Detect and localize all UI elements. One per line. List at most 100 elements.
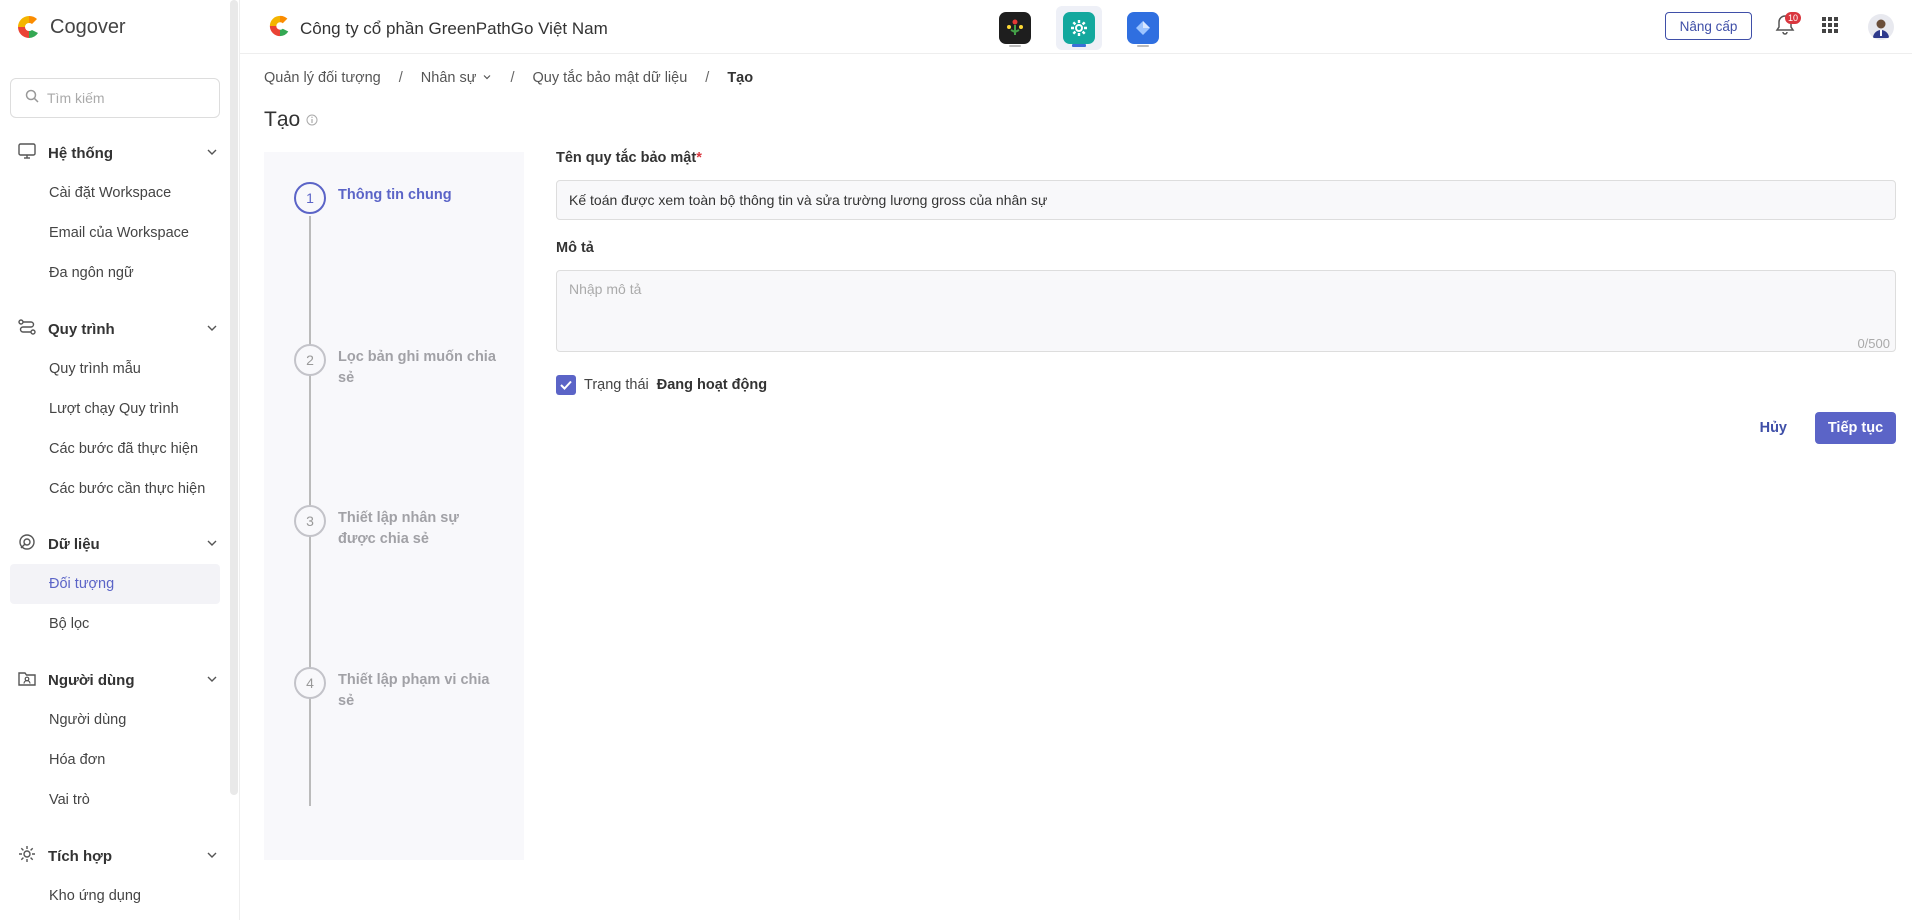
status-value: Đang hoạt động [656,377,768,393]
step-2[interactable]: 2 Lọc bản ghi muốn chia sẻ [294,344,514,389]
required-mark: * [696,150,702,166]
breadcrumb-item: Nhân sự [420,70,477,86]
breadcrumb: Quản lý đối tượng / Nhân sự / Quy tắc bả… [264,70,753,86]
sidebar-item-nguoi-dung[interactable]: Người dùng [10,700,220,740]
app-indicator [1137,45,1149,47]
company-name: Công ty cổ phần GreenPathGo Việt Nam [300,18,608,38]
step-number: 3 [294,505,326,537]
app-switcher [992,6,1166,50]
breadcrumb-item[interactable]: Quản lý đối tượng [264,70,381,86]
sidebar-item-kho-ung-dung[interactable]: Kho ứng dụng [10,876,220,916]
sidebar: Cogover Hệ thống Cài đặt Workspace Email… [0,0,240,920]
status-row: Trạng thái Đang hoạt động [556,375,1896,395]
step-number: 4 [294,667,326,699]
info-icon[interactable] [306,108,318,132]
step-number: 1 [294,182,326,214]
status-checkbox[interactable] [556,375,576,395]
company-switcher[interactable]: Công ty cổ phần GreenPathGo Việt Nam [268,14,608,43]
topbar: Công ty cổ phần GreenPathGo Việt Nam Nân… [240,0,1912,54]
brand-name: Cogover [50,15,126,38]
sidebar-group-header[interactable]: Người dùng [0,660,230,700]
sidebar-group-header[interactable]: Quy trình [0,309,230,349]
app-indicator [1072,44,1086,47]
sidebar-item-quy-trinh-mau[interactable]: Quy trình mẫu [10,349,220,389]
chevron-down-icon [206,848,218,865]
monitor-icon [18,143,36,163]
chevron-down-icon [206,321,218,338]
form-actions: Hủy Tiếp tục [1748,412,1896,444]
sidebar-group-tich-hop: Tích hợp Kho ứng dụng [0,836,230,916]
breadcrumb-current: Tạo [727,70,754,86]
cancel-button[interactable]: Hủy [1748,412,1799,444]
upgrade-button[interactable]: Nâng cấp [1665,12,1752,40]
chevron-down-icon [206,145,218,162]
people-app-icon [999,12,1031,44]
user-folder-icon [18,670,36,690]
breadcrumb-item[interactable]: Quy tắc bảo mật dữ liệu [532,70,687,86]
sidebar-item-email-workspace[interactable]: Email của Workspace [10,213,220,253]
page-title: Tạo [264,108,318,132]
company-logo-icon [268,14,292,43]
page-title-text: Tạo [264,108,301,131]
chevron-down-icon [206,536,218,553]
group-label: Quy trình [48,320,115,338]
rule-form: Tên quy tắc bảo mật* Mô tả 0/500 Trạng t… [556,150,1896,444]
sidebar-group-he-thong: Hệ thống Cài đặt Workspace Email của Wor… [0,133,230,293]
step-label: Lọc bản ghi muốn chia sẻ [338,349,496,386]
sidebar-group-header[interactable]: Dữ liệu [0,524,230,564]
group-label: Hệ thống [48,144,113,162]
breadcrumb-separator: / [705,70,710,86]
app-diamond[interactable] [1120,6,1166,50]
sidebar-group-header[interactable]: Tích hợp [0,836,230,876]
step-4[interactable]: 4 Thiết lập phạm vi chia sẻ [294,667,514,712]
sidebar-group-header[interactable]: Hệ thống [0,133,230,173]
group-label: Dữ liệu [48,535,100,553]
app-root: Cogover Hệ thống Cài đặt Workspace Email… [0,0,1912,920]
group-label: Người dùng [48,671,135,689]
sidebar-item-cac-buoc-da-thuc-hien[interactable]: Các bước đã thực hiện [10,429,220,469]
sidebar-item-doi-tuong[interactable]: Đối tượng [10,564,220,604]
integration-gear-icon [18,845,36,867]
sidebar-search[interactable] [10,78,220,118]
data-icon [18,533,36,555]
sidebar-scrollbar[interactable] [230,0,238,795]
app-settings[interactable] [1056,6,1102,50]
sidebar-item-da-ngon-ngu[interactable]: Đa ngôn ngữ [10,253,220,293]
app-grid-icon[interactable] [1822,17,1838,33]
group-label: Tích hợp [48,847,112,865]
char-counter: 0/500 [1857,336,1890,351]
sidebar-group-quy-trinh: Quy trình Quy trình mẫu Lượt chạy Quy tr… [0,309,230,509]
chevron-down-icon [206,672,218,689]
sidebar-item-vai-tro[interactable]: Vai trò [10,780,220,820]
app-indicator [1009,45,1021,47]
name-label-text: Tên quy tắc bảo mật [556,150,697,166]
sidebar-group-nguoi-dung: Người dùng Người dùng Hóa đơn Vai trò [0,660,230,820]
chevron-down-icon [482,70,492,86]
sidebar-item-luot-chay-quy-trinh[interactable]: Lượt chạy Quy trình [10,389,220,429]
description-wrapper: 0/500 [556,270,1896,357]
breadcrumb-separator: / [510,70,515,86]
brand[interactable]: Cogover [16,14,126,40]
description-textarea[interactable] [556,270,1896,352]
sidebar-item-bo-loc[interactable]: Bộ lọc [10,604,220,644]
breadcrumb-item-dropdown[interactable]: Nhân sự [421,70,493,86]
search-input[interactable] [47,90,207,106]
settings-app-icon [1063,12,1095,44]
sidebar-item-cai-dat-workspace[interactable]: Cài đặt Workspace [10,173,220,213]
app-people[interactable] [992,6,1038,50]
step-3[interactable]: 3 Thiết lập nhân sự được chia sẻ [294,505,514,550]
user-avatar[interactable] [1868,14,1894,40]
breadcrumb-separator: / [398,70,403,86]
status-prefix: Trạng thái [584,377,649,393]
continue-button[interactable]: Tiếp tục [1815,412,1896,444]
sidebar-item-hoa-don[interactable]: Hóa đơn [10,740,220,780]
steps-panel: 1 Thông tin chung 2 Lọc bản ghi muốn chi… [264,152,524,860]
sidebar-item-cac-buoc-can-thuc-hien[interactable]: Các bước cần thực hiện [10,469,220,509]
rule-name-input[interactable] [556,180,1896,220]
step-1[interactable]: 1 Thông tin chung [294,182,514,214]
description-label: Mô tả [556,240,594,256]
workflow-icon [18,319,36,339]
name-field-label: Tên quy tắc bảo mật* [556,150,1896,170]
step-label: Thiết lập phạm vi chia sẻ [338,672,490,709]
step-label: Thông tin chung [338,187,452,203]
